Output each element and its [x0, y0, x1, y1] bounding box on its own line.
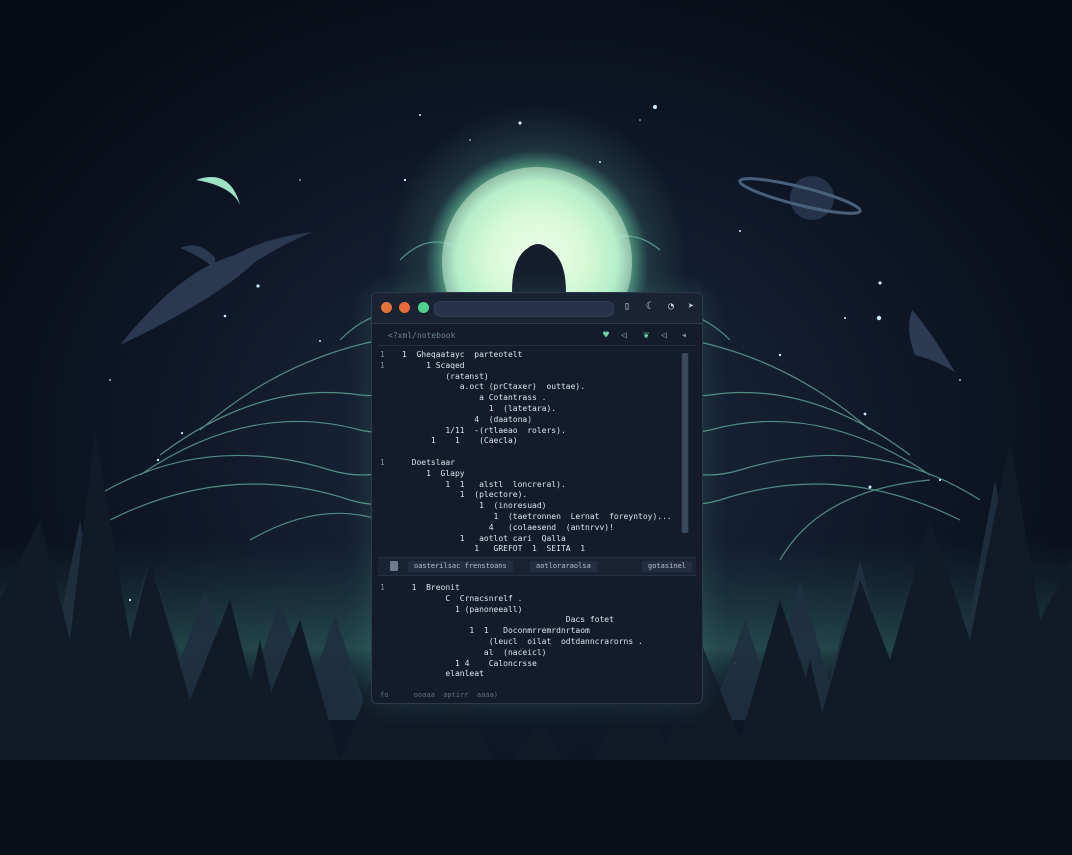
- code-line[interactable]: [380, 447, 672, 458]
- send-icon[interactable]: ◁: [658, 330, 670, 342]
- panel-toggle-icon[interactable]: [390, 561, 398, 571]
- arrow-icon[interactable]: ◂: [678, 330, 690, 342]
- code-text: a Cotantrass .: [402, 393, 547, 403]
- code-text: 1 Glapy: [402, 468, 465, 478]
- code-text: 1 Gheqaatayc parteotelt: [402, 350, 523, 359]
- code-text: 1/11 -(rtlaeao rolers).: [402, 425, 566, 435]
- code-line[interactable]: 4 (daatona): [380, 415, 672, 426]
- line-gutter: 1: [380, 583, 385, 592]
- code-line[interactable]: 1 1 Doconmrremrdnrtaom: [380, 626, 643, 637]
- moon-icon[interactable]: ☾: [642, 300, 656, 314]
- code-text: 1 (taetronnen Lernat foreyntoy)...: [402, 511, 672, 521]
- line-gutter: 1: [380, 350, 385, 359]
- code-line[interactable]: 1 1 Gheqaatayc parteotelt: [380, 350, 672, 361]
- code-line[interactable]: elanleat: [380, 669, 643, 680]
- code-text: 1 Breonit: [402, 583, 460, 592]
- code-line[interactable]: 4 (colaesend (antnrvv)!: [380, 523, 672, 534]
- code-text: 1 1 (Caecla): [402, 436, 518, 446]
- code-line[interactable]: a Cotantrass .: [380, 393, 672, 404]
- panel-tab[interactable]: aotloraraolsa: [530, 561, 597, 572]
- code-line[interactable]: 1 aotlot cari Qalla: [380, 534, 672, 545]
- code-line[interactable]: 1 (inoresuad): [380, 501, 672, 512]
- send-icon[interactable]: ◁: [618, 330, 630, 342]
- code-line[interactable]: 1 GREFOT 1 SEITA 1: [380, 544, 672, 555]
- code-text: 4 (daatona): [402, 414, 533, 424]
- code-editor-top[interactable]: 1 1 Gheqaatayc parteotelt 1 1 Scaqed (rata…: [380, 350, 672, 555]
- code-text: 1 (panoneeall): [402, 604, 523, 614]
- code-line[interactable]: 1/11 -(rtlaeao rolers).: [380, 426, 672, 437]
- line-gutter: 1: [380, 360, 385, 370]
- code-line[interactable]: 1 Glapy: [380, 469, 672, 480]
- scrollbar-thumb[interactable]: [682, 353, 688, 533]
- code-text: 1 GREFOT 1 SEITA 1: [402, 544, 586, 554]
- title-bar: ▯ ☾ ◔ ➤: [372, 293, 702, 324]
- code-text: 1 1 Doconmrremrdnrtaom: [402, 626, 590, 636]
- code-text: Dacs fotet: [402, 615, 614, 625]
- code-text: C Crnacsnrelf .: [402, 593, 523, 603]
- scrollbar[interactable]: [681, 353, 689, 533]
- code-line[interactable]: 1 (taetronnen Lernat foreyntoy)...: [380, 512, 672, 523]
- code-text: al (naceicl): [402, 647, 547, 657]
- status-bar: fo ooaaa aptirr aaaa): [380, 691, 499, 699]
- maximize-window-button[interactable]: [418, 302, 429, 313]
- code-line[interactable]: (ratanst): [380, 372, 672, 383]
- code-line[interactable]: 1 (panoneeall): [380, 605, 643, 616]
- close-window-button[interactable]: [381, 302, 392, 313]
- send-icon[interactable]: ➤: [684, 300, 698, 314]
- code-line[interactable]: C Crnacsnrelf .: [380, 594, 643, 605]
- code-text: (ratanst): [402, 371, 489, 381]
- code-text: (leucl oilat odtdanncrarorns .: [402, 636, 643, 646]
- code-text: 1 Scaqed: [402, 360, 465, 370]
- code-line[interactable]: Dacs fotet: [380, 615, 643, 626]
- code-line[interactable]: 1 4 Caloncrsse: [380, 659, 643, 670]
- user-icon[interactable]: ◔: [664, 300, 678, 314]
- code-line[interactable]: (leucl oilat odtdanncrarorns .: [380, 637, 643, 648]
- code-line[interactable]: 1 (latetara).: [380, 404, 672, 415]
- code-text: 1 aotlot cari Qalla: [402, 533, 566, 543]
- tab-icon[interactable]: ▯: [620, 300, 634, 314]
- address-bar[interactable]: [434, 301, 614, 317]
- panel-tab[interactable]: gotasinel: [642, 561, 692, 572]
- code-text: Doetslaar: [402, 457, 455, 467]
- leaf-icon[interactable]: ❦: [640, 330, 652, 342]
- editor-toolbar: <?xml/notebook ♥ ◁ ❦ ◁ ◂: [378, 329, 696, 346]
- code-line[interactable]: 1 1 alstl loncreral).: [380, 480, 672, 491]
- code-line[interactable]: 1 1 Scaqed: [380, 361, 672, 372]
- code-editor-window: ▯ ☾ ◔ ➤ <?xml/notebook ♥ ◁ ❦ ◁ ◂ 1 1 Gheq…: [371, 292, 703, 704]
- code-line[interactable]: 1 1 (Caecla): [380, 436, 672, 447]
- panel-tab[interactable]: oasterilsac frenstoans: [408, 561, 513, 572]
- line-gutter: 1: [380, 457, 385, 467]
- code-text: elanleat: [402, 669, 484, 679]
- code-text: 4 (colaesend (antnrvv)!: [402, 522, 614, 532]
- code-line[interactable]: 1 1 Breonit: [380, 583, 643, 594]
- file-label: <?xml/notebook: [388, 331, 456, 340]
- code-editor-bottom[interactable]: 1 1 Breonit C Crnacsnrelf . 1 (panoneeal…: [380, 583, 643, 680]
- code-text: 1 1 alstl loncreral).: [402, 479, 566, 489]
- code-text: 1 (latetara).: [402, 403, 557, 413]
- code-text: 1 (inoresuad): [402, 501, 547, 511]
- minimize-window-button[interactable]: [399, 302, 410, 313]
- code-text: 1 (plectore).: [402, 490, 528, 500]
- code-text: 1 4 Caloncrsse: [402, 658, 537, 668]
- code-line[interactable]: al (naceicl): [380, 648, 643, 659]
- code-line[interactable]: a.oct (prCtaxer) outtae).: [380, 382, 672, 393]
- code-text: a.oct (prCtaxer) outtae).: [402, 382, 586, 392]
- heart-icon[interactable]: ♥: [600, 330, 612, 342]
- code-line[interactable]: 1 (plectore).: [380, 490, 672, 501]
- code-line[interactable]: 1 Doetslaar: [380, 458, 672, 469]
- panel-tab-bar: oasterilsac frenstoans aotloraraolsa got…: [378, 557, 696, 576]
